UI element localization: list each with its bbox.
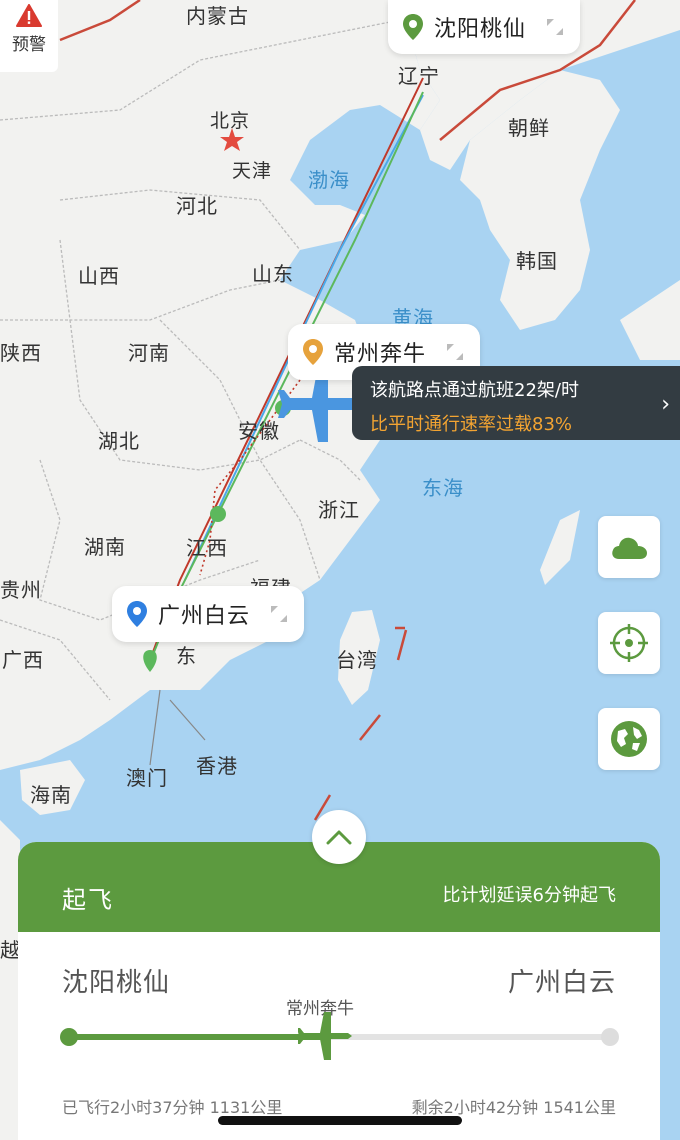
map-label-guangxi: 广西 [2,648,44,672]
map-label-hubei: 湖北 [98,429,140,453]
map-label-zhejiang: 浙江 [318,498,360,522]
weather-icon [612,537,647,559]
map-label-hongkong: 香港 [196,754,238,778]
locate-icon [610,624,648,662]
map-label-hunan: 湖南 [84,535,126,559]
origin-pin-icon [403,14,423,40]
map-label-inner-mongolia: 内蒙古 [186,4,249,28]
waypoint-traffic-callout[interactable]: 该航路点通过航班22架/时 比平时通行速率过载83% › [352,366,680,440]
home-indicator [218,1116,462,1125]
warning-button[interactable]: 预警 [0,0,58,72]
expand-icon[interactable] [268,603,290,625]
map-label-anhui: 安徽 [238,419,280,443]
map-label-taiwan: 台湾 [336,648,378,672]
map-label-jiangxi: 江西 [186,536,228,560]
flight-status-panel[interactable]: 起飞 比计划延误6分钟起飞 沈阳桃仙 广州白云 常州奔牛 已飞行2小时37分钟 … [18,842,660,1140]
from-airport: 沈阳桃仙 [62,968,171,998]
expand-icon[interactable] [444,341,466,363]
locate-button[interactable] [598,612,660,674]
map-label-tianjin: 天津 [232,160,273,182]
panel-body: 沈阳桃仙 广州白云 常州奔牛 已飞行2小时37分钟 1131公里 剩余2小时42… [18,932,660,1140]
flown-stat: 已飞行2小时37分钟 1131公里 [62,1098,283,1117]
waypoint-pin-icon [303,339,323,365]
map-label-hebei: 河北 [176,194,218,218]
remaining-stat: 剩余2小时42分钟 1541公里 [411,1098,616,1117]
map-label-macau: 澳门 [126,766,168,790]
map-label-north-korea: 朝鲜 [508,116,550,140]
warning-label: 预警 [12,35,46,55]
map-label-liaoning: 辽宁 [398,64,440,88]
map-label-beijing: 北京 [210,110,251,132]
map-label-shandong: 山东 [252,262,294,286]
progress-plane-icon [298,1012,352,1060]
flight-status: 起飞 [62,885,114,914]
waypoint-airport-label: 常州奔牛 [334,342,427,367]
route-dot-midpoint [210,506,226,522]
progress-fill [68,1034,323,1040]
destination-pin-icon [127,601,147,627]
chevron-up-icon [326,830,352,845]
origin-airport-label: 沈阳桃仙 [434,17,527,42]
map-label-henan: 河南 [128,341,170,365]
map-label-guangdong: 东 [176,644,197,668]
globe-button[interactable] [598,708,660,770]
expand-icon[interactable] [544,16,566,38]
origin-airport-chip[interactable]: 沈阳桃仙 [388,0,581,54]
destination-airport-label: 广州白云 [158,604,251,629]
traffic-rate-text: 该航路点通过航班22架/时 [370,380,579,401]
progress-end-dot [601,1028,619,1046]
globe-icon [611,721,647,757]
progress-start-dot [60,1028,78,1046]
map-label-shaanxi: 陕西 [0,341,42,365]
map-label-east-sea: 东海 [422,476,464,500]
map-label-south-korea: 韩国 [516,249,558,273]
overload-text: 比平时通行速率过载83% [370,414,573,435]
to-airport: 广州白云 [507,968,616,998]
panel-collapse-button[interactable] [312,810,366,864]
map-label-hainan: 海南 [30,783,72,807]
map-label-guizhou: 贵州 [0,578,42,602]
destination-airport-chip[interactable]: 广州白云 [112,586,305,642]
map-label-bohai: 渤海 [308,168,350,192]
delay-text: 比计划延误6分钟起飞 [442,885,616,906]
weather-button[interactable] [598,516,660,578]
map-label-shanxi: 山西 [78,264,120,288]
warning-icon [16,4,42,27]
chevron-right-icon: › [661,392,670,417]
